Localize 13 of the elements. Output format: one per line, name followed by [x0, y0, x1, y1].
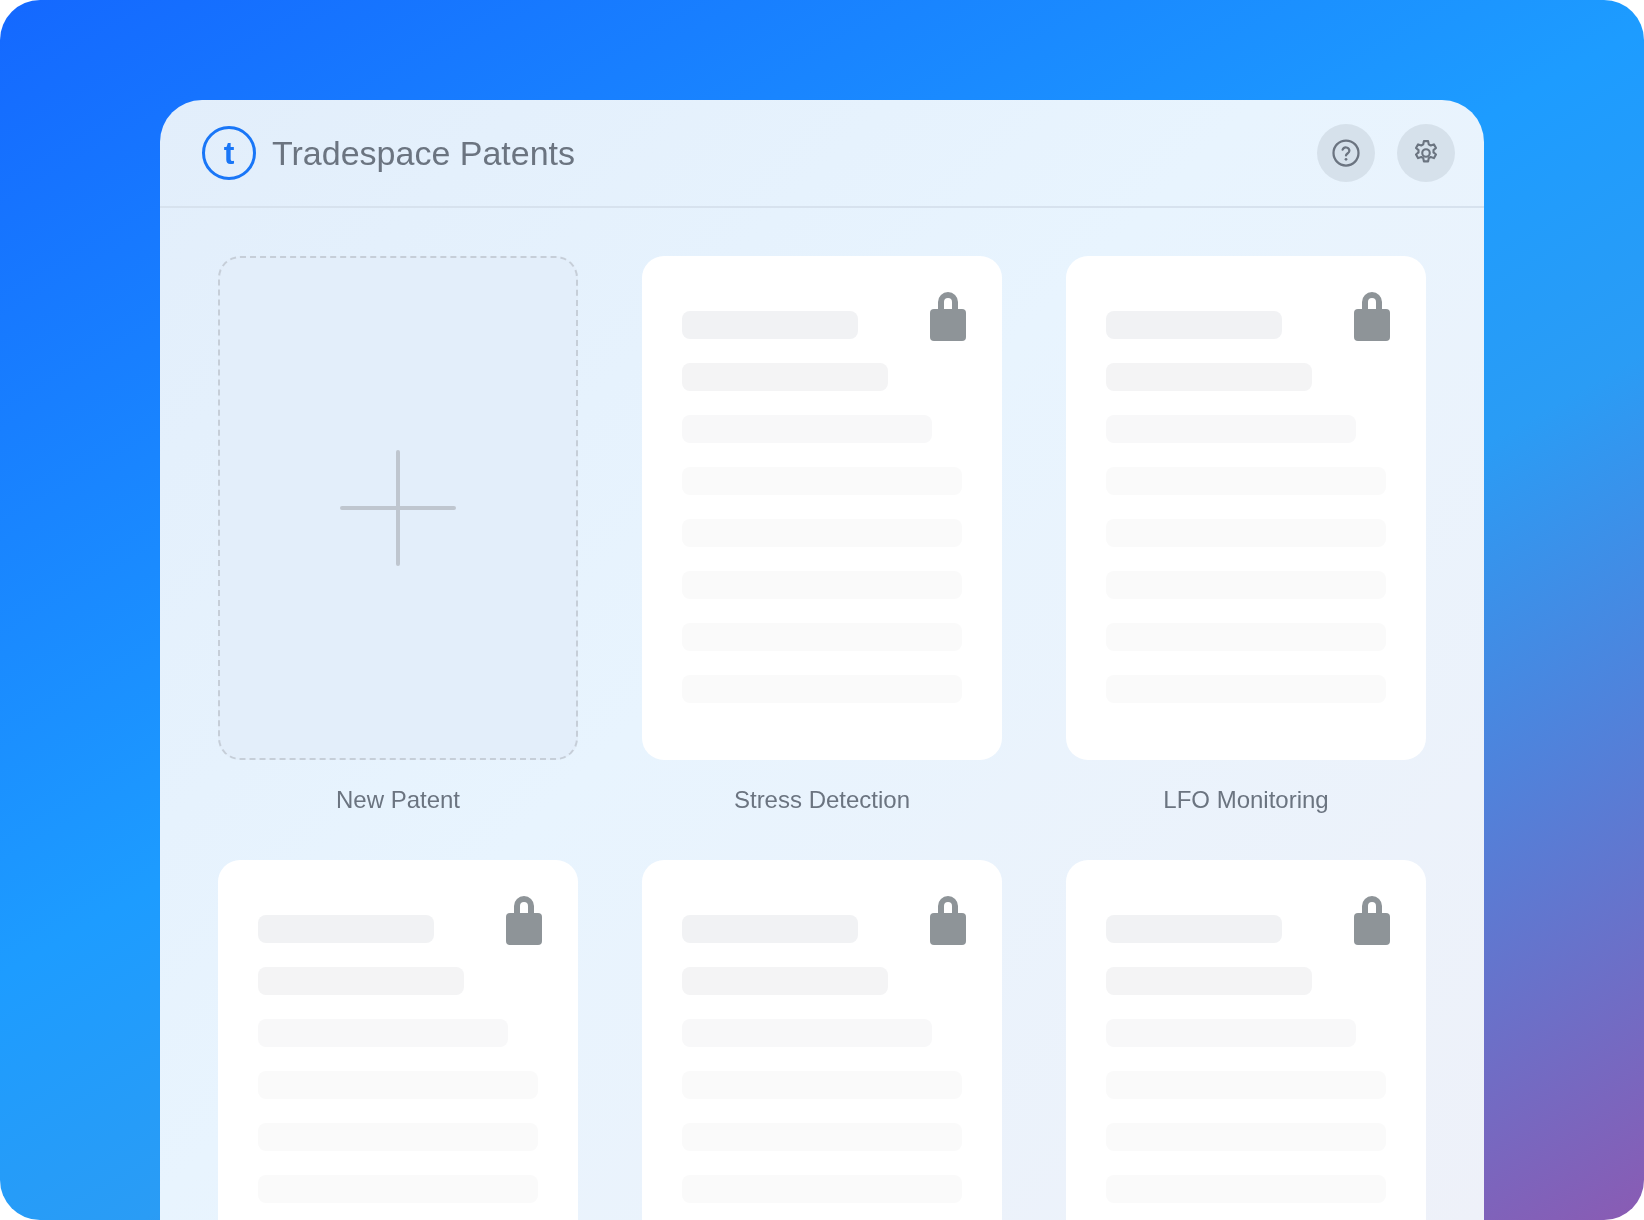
- logo-icon: t: [202, 126, 256, 180]
- patent-card[interactable]: [1066, 256, 1426, 760]
- patent-card[interactable]: [1066, 860, 1426, 1220]
- patent-card[interactable]: [218, 860, 578, 1220]
- app-title: Tradespace Patents: [272, 133, 576, 173]
- help-icon: [1331, 138, 1361, 168]
- new-patent-card[interactable]: [218, 256, 578, 760]
- patent-card[interactable]: [642, 256, 1002, 760]
- card-label: New Patent: [335, 785, 461, 815]
- card-label: Stress Detection: [733, 785, 911, 815]
- plus-icon: [340, 450, 456, 566]
- patent-card[interactable]: [642, 860, 1002, 1220]
- card-label: LFO Monitoring: [1163, 785, 1329, 815]
